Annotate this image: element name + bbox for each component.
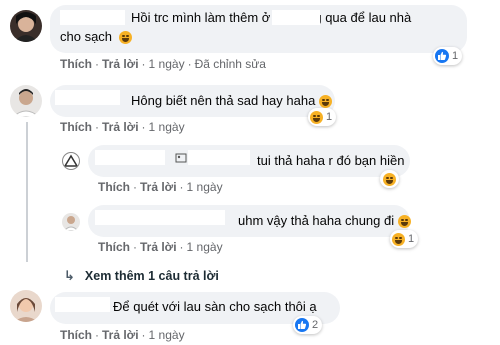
timestamp[interactable]: 1 ngày [149, 328, 185, 342]
reply-actions: Thích · Trả lời · 1 ngày [98, 180, 223, 194]
reaction-number: 1 [326, 111, 333, 123]
haha-emoji-icon [118, 31, 132, 45]
avatar-logo-icon [63, 154, 79, 167]
reply-actions: Thích · Trả lời · 1 ngày [98, 240, 223, 254]
thread-line [26, 122, 28, 262]
timestamp[interactable]: 1 ngày [187, 180, 223, 194]
like-button[interactable]: Thích [98, 240, 130, 254]
reaction-number: 1 [408, 233, 415, 245]
like-button[interactable]: Thích [98, 180, 130, 194]
like-button[interactable]: Thích [60, 120, 92, 134]
like-icon [295, 318, 309, 332]
reaction-count[interactable]: 1 [390, 230, 419, 248]
separator: · [95, 120, 99, 134]
avatar[interactable] [62, 213, 80, 231]
reply-arrow-icon: ↳ [64, 268, 75, 283]
avatar[interactable] [10, 290, 42, 322]
separator: · [141, 57, 146, 71]
edited-label[interactable]: Đã chỉnh sửa [195, 57, 266, 71]
avatar-photo-icon [14, 298, 38, 322]
redacted-place [272, 10, 320, 25]
reply-button[interactable]: Trả lời [102, 57, 139, 71]
comment-text: Hông biết nên thả sad hay haha [131, 93, 316, 108]
view-more-label: Xem thêm 1 câu trả lời [84, 269, 219, 283]
timestamp[interactable]: 1 ngày [187, 240, 223, 254]
comment-actions: Thích · Trả lời · 1 ngày [60, 328, 185, 342]
reply-text: uhm vậy thả haha chung đi [238, 213, 395, 228]
separator: · [141, 328, 146, 342]
haha-emoji-icon [397, 215, 411, 229]
comment-text-line2: cho sạch [60, 28, 132, 46]
avatar[interactable] [10, 10, 42, 42]
reaction-count[interactable]: 1 [433, 47, 463, 65]
separator: · [141, 120, 146, 134]
separator: · [179, 240, 184, 254]
avatar[interactable] [10, 85, 42, 117]
separator: · [95, 328, 99, 342]
like-icon [435, 49, 449, 63]
redacted-name [95, 210, 225, 225]
redacted-name [55, 90, 120, 105]
separator: · [187, 57, 192, 71]
reaction-count[interactable]: 1 [308, 108, 337, 126]
comment-text-line: Hông biết nên thả sad hay haha [131, 92, 332, 110]
separator: · [179, 180, 184, 194]
haha-icon [383, 172, 396, 186]
like-button[interactable]: Thích [60, 57, 92, 71]
comment-actions: Thích · Trả lời · 1 ngày [60, 120, 185, 134]
view-more-replies-link[interactable]: ↳ Xem thêm 1 câu trả lời [64, 268, 219, 284]
reaction-count[interactable] [380, 170, 399, 188]
comment-text: Để quét với lau sàn cho sạch thôi ạ [113, 299, 317, 314]
redacted-tag [188, 150, 250, 165]
redacted-name [60, 10, 125, 25]
reaction-number: 2 [312, 319, 319, 331]
reply-button[interactable]: Trả lời [140, 240, 177, 254]
avatar-photo-icon [63, 216, 79, 231]
haha-icon [310, 110, 323, 124]
avatar-photo-icon [14, 12, 38, 42]
comment-text-part: cho sạch [60, 29, 113, 44]
reaction-number: 1 [452, 50, 459, 62]
separator: · [95, 57, 99, 71]
reply-button[interactable]: Trả lời [102, 328, 139, 342]
haha-icon [392, 232, 405, 246]
reply-text-line: uhm vậy thả haha chung đi [238, 212, 411, 230]
reply-button[interactable]: Trả lời [102, 120, 139, 134]
like-button[interactable]: Thích [60, 328, 92, 342]
reply-button[interactable]: Trả lời [140, 180, 177, 194]
timestamp[interactable]: 1 ngày [149, 120, 185, 134]
redacted-name [55, 297, 110, 312]
separator: · [133, 240, 137, 254]
reply-text: tui thả haha r đó bạn hiền [257, 153, 405, 168]
timestamp[interactable]: 1 ngày [149, 57, 185, 71]
reaction-count[interactable]: 2 [293, 316, 323, 334]
comment-actions: Thích · Trả lời · 1 ngày · Đã chỉnh sửa [60, 57, 266, 71]
image-icon [175, 153, 187, 163]
avatar[interactable] [62, 152, 80, 170]
redacted-name [95, 150, 165, 165]
separator: · [133, 180, 137, 194]
avatar-photo-icon [12, 89, 40, 117]
haha-emoji-icon [318, 95, 332, 109]
